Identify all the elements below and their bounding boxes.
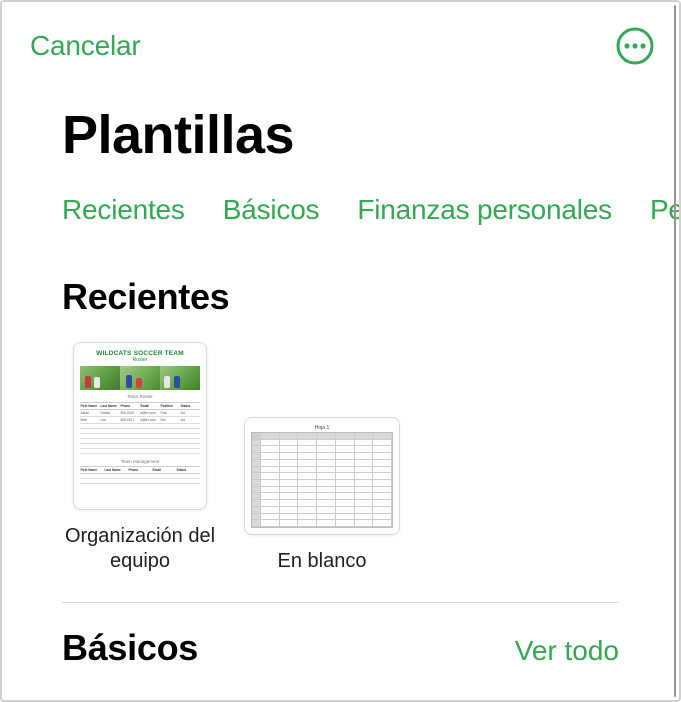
ellipsis-circle-icon: [615, 26, 655, 66]
template-thumbnail: WILDCATS SOCCER TEAM Roster Team Roster …: [73, 342, 207, 510]
thumb-subtitle: Roster: [80, 357, 200, 363]
thumb-photo-strip: [80, 366, 200, 390]
thumb-section2-title: Team Management: [80, 459, 200, 464]
cancel-button[interactable]: Cancelar: [30, 30, 140, 62]
tab-personal-finance[interactable]: Finanzas personales: [357, 194, 612, 226]
section-title-recents: Recientes: [62, 276, 229, 318]
more-options-button[interactable]: [613, 24, 657, 68]
section-basics: Básicos Ver todo: [2, 603, 679, 669]
thumb-sheet-tab: Hoja 1: [251, 424, 393, 432]
section-title-basics: Básicos: [62, 627, 198, 669]
template-item-blank[interactable]: Hoja 1: [244, 417, 400, 574]
template-label: Organización del equipo: [62, 524, 218, 574]
template-item-team-organization[interactable]: WILDCATS SOCCER TEAM Roster Team Roster …: [62, 342, 218, 574]
see-all-button[interactable]: Ver todo: [515, 635, 619, 667]
page-title: Plantillas: [2, 68, 679, 166]
thumb-title: WILDCATS SOCCER TEAM: [80, 350, 200, 357]
template-label: En blanco: [278, 549, 367, 574]
thumb-caption: Team Roster: [80, 394, 200, 399]
section-recents: Recientes WILDCATS SOCCER TEAM Roster Te…: [2, 226, 679, 574]
category-tabs: Recientes Básicos Finanzas personales Pe…: [2, 166, 679, 226]
template-thumbnail: Hoja 1: [244, 417, 400, 535]
tab-basics[interactable]: Básicos: [223, 194, 320, 226]
tab-recents[interactable]: Recientes: [62, 194, 185, 226]
